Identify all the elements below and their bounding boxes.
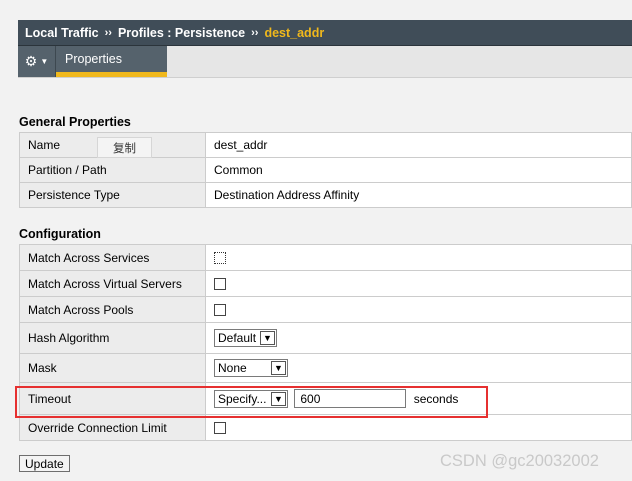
table-row: Hash Algorithm Default ▼	[19, 322, 632, 354]
override-connection-limit-checkbox[interactable]	[214, 422, 226, 435]
match-across-services-label: Match Across Services	[19, 244, 206, 271]
table-row: Match Across Services	[19, 244, 632, 271]
breadcrumb-separator: ››	[104, 26, 112, 39]
configuration-title: Configuration	[19, 227, 101, 241]
configuration-table: Match Across Services Match Across Virtu…	[19, 244, 632, 441]
hash-algorithm-value: Default	[218, 331, 257, 345]
breadcrumb-current: dest_addr	[264, 25, 325, 40]
match-across-pools-checkbox[interactable]	[214, 304, 226, 317]
table-row: Mask None ▼	[19, 353, 632, 383]
breadcrumb: Local Traffic ›› Profiles : Persistence …	[18, 20, 632, 46]
name-value: dest_addr	[205, 132, 632, 158]
persistence-type-value: Destination Address Affinity	[205, 182, 632, 208]
breadcrumb-separator: ››	[251, 26, 259, 39]
hash-algorithm-select[interactable]: Default ▼	[214, 329, 277, 347]
gear-icon: ⚙	[24, 53, 38, 69]
update-button[interactable]: Update	[19, 455, 70, 472]
table-row: Persistence Type Destination Address Aff…	[19, 182, 632, 208]
partition-path-label: Partition / Path	[19, 157, 206, 183]
tab-bar: ⚙ ▼ Properties	[18, 46, 632, 78]
table-row: Match Across Pools	[19, 296, 632, 323]
mask-label: Mask	[19, 353, 206, 383]
partition-path-value: Common	[205, 157, 632, 183]
timeout-unit: seconds	[413, 391, 459, 406]
settings-menu-button[interactable]: ⚙ ▼	[18, 46, 56, 77]
timeout-mode-value: Specify...	[218, 391, 267, 406]
match-across-pools-label: Match Across Pools	[19, 296, 206, 323]
breadcrumb-profiles-persistence[interactable]: Profiles : Persistence	[118, 26, 245, 40]
mask-value: None	[218, 361, 247, 375]
mask-select[interactable]: None ▼	[214, 359, 288, 377]
hash-algorithm-label: Hash Algorithm	[19, 322, 206, 354]
table-row: Override Connection Limit	[19, 414, 632, 441]
table-row: Partition / Path Common	[19, 157, 632, 183]
chevron-down-icon: ▼	[271, 361, 286, 375]
table-row: Timeout Specify... ▼ 600 seconds	[19, 382, 632, 415]
watermark: CSDN @gc20032002	[440, 452, 599, 470]
timeout-input[interactable]: 600	[294, 389, 407, 408]
persistence-type-label: Persistence Type	[19, 182, 206, 208]
timeout-mode-select[interactable]: Specify... ▼	[214, 389, 288, 408]
chevron-down-icon: ▼	[260, 331, 275, 345]
chevron-down-icon: ▼	[271, 391, 286, 406]
override-connection-limit-label: Override Connection Limit	[19, 414, 206, 441]
tab-properties[interactable]: Properties	[56, 46, 167, 77]
timeout-label: Timeout	[19, 382, 206, 415]
tab-properties-label: Properties	[65, 52, 122, 66]
breadcrumb-local-traffic[interactable]: Local Traffic	[25, 26, 99, 40]
chevron-down-icon: ▼	[40, 57, 49, 66]
general-properties-title: General Properties	[19, 115, 131, 129]
table-row: Match Across Virtual Servers	[19, 270, 632, 297]
match-across-virtual-servers-checkbox[interactable]	[214, 278, 226, 291]
match-across-virtual-servers-label: Match Across Virtual Servers	[19, 270, 206, 297]
copy-button[interactable]: 复制	[97, 137, 152, 158]
match-across-services-checkbox[interactable]	[214, 252, 226, 265]
